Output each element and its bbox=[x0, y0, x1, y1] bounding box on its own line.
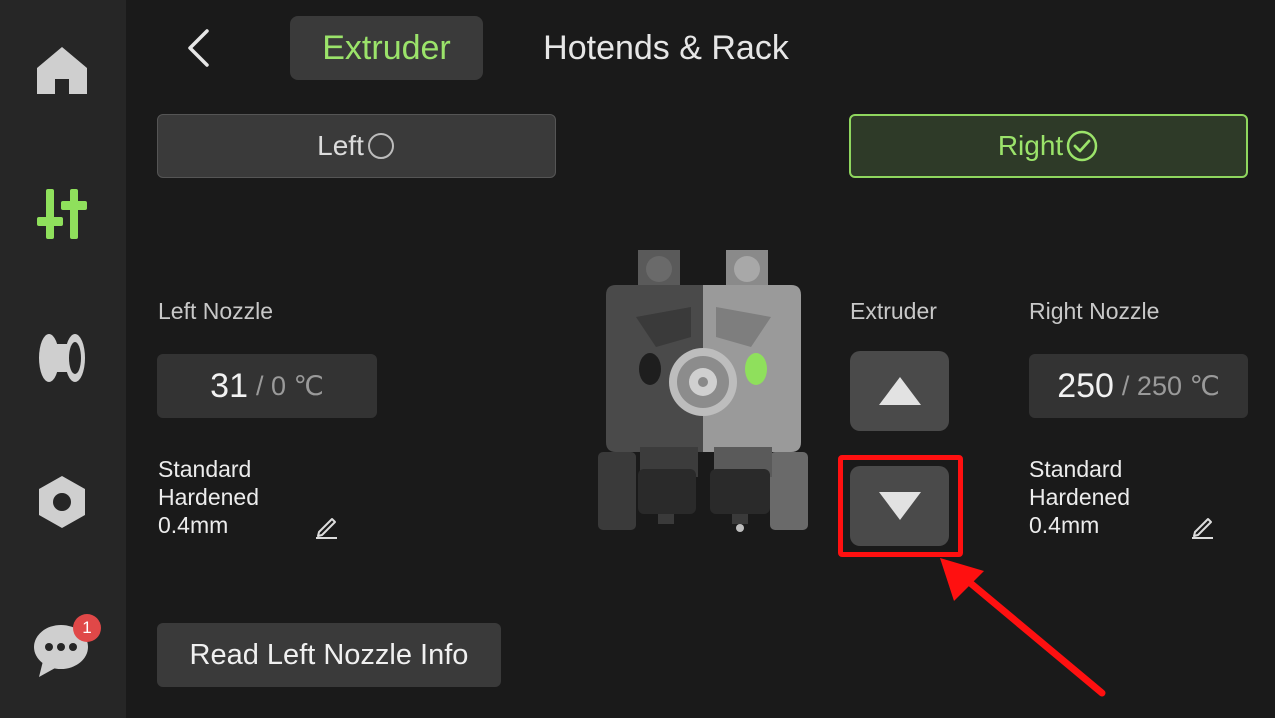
sidebar-item-settings[interactable] bbox=[24, 464, 100, 540]
extruder-title: Extruder bbox=[850, 298, 937, 324]
annotation-arrow bbox=[940, 558, 1106, 697]
pencil-icon bbox=[1192, 518, 1213, 539]
back-button[interactable] bbox=[176, 24, 220, 72]
right-nozzle-edit-button[interactable] bbox=[1189, 512, 1217, 540]
left-nozzle-material: Hardened bbox=[158, 484, 260, 510]
tab-extruder[interactable]: Extruder bbox=[290, 16, 483, 80]
right-nozzle-type: Standard bbox=[1029, 456, 1123, 482]
controls-icon bbox=[37, 189, 87, 239]
sidebar-item-home[interactable] bbox=[24, 32, 100, 108]
pencil-icon bbox=[316, 518, 337, 539]
notification-badge: 1 bbox=[73, 614, 101, 642]
left-extruder-label: Left bbox=[317, 130, 364, 161]
right-extruder-label: Right bbox=[997, 130, 1064, 161]
right-extruder-button[interactable]: Right bbox=[849, 114, 1248, 178]
settings-icon bbox=[39, 476, 85, 528]
radio-unchecked-icon bbox=[367, 133, 394, 159]
right-nozzle-current-temp: 250 bbox=[1057, 366, 1114, 405]
left-nozzle-edit-button[interactable] bbox=[313, 512, 341, 540]
home-icon bbox=[37, 47, 87, 94]
left-nozzle-current-temp: 31 bbox=[210, 366, 248, 405]
check-circle-icon bbox=[1066, 130, 1098, 162]
triangle-up-icon bbox=[878, 377, 921, 405]
right-nozzle-title: Right Nozzle bbox=[1029, 298, 1160, 324]
chevron-left-icon bbox=[188, 29, 209, 67]
right-nozzle-diameter: 0.4mm bbox=[1029, 512, 1100, 538]
tab-hotends-rack[interactable]: Hotends & Rack bbox=[515, 16, 817, 80]
left-nozzle-temp[interactable]: 31 / 0 ℃ bbox=[157, 354, 377, 418]
sidebar-item-controls[interactable] bbox=[24, 176, 100, 252]
right-nozzle-temp[interactable]: 250 / 250 ℃ bbox=[1029, 354, 1248, 418]
filament-icon bbox=[39, 334, 85, 382]
right-nozzle-info: Standard Hardened 0.4mm bbox=[1029, 455, 1130, 539]
right-nozzle-material: Hardened bbox=[1029, 484, 1131, 510]
left-nozzle-info: Standard Hardened 0.4mm bbox=[158, 455, 259, 539]
extrude-up-button[interactable] bbox=[850, 351, 949, 431]
left-extruder-button[interactable]: Left bbox=[157, 114, 556, 178]
left-nozzle-type: Standard bbox=[158, 456, 252, 482]
toolhead-illustration bbox=[598, 250, 808, 532]
sidebar: 1 bbox=[0, 0, 126, 718]
left-nozzle-diameter: 0.4mm bbox=[158, 512, 229, 538]
left-nozzle-target-temp: / 0 ℃ bbox=[255, 370, 324, 401]
left-nozzle-title: Left Nozzle bbox=[158, 298, 274, 324]
read-left-nozzle-info-button[interactable]: Read Left Nozzle Info bbox=[157, 623, 501, 687]
highlight-box bbox=[838, 455, 963, 557]
sidebar-item-filament[interactable] bbox=[24, 320, 100, 396]
right-nozzle-target-temp: / 250 ℃ bbox=[1121, 370, 1220, 401]
